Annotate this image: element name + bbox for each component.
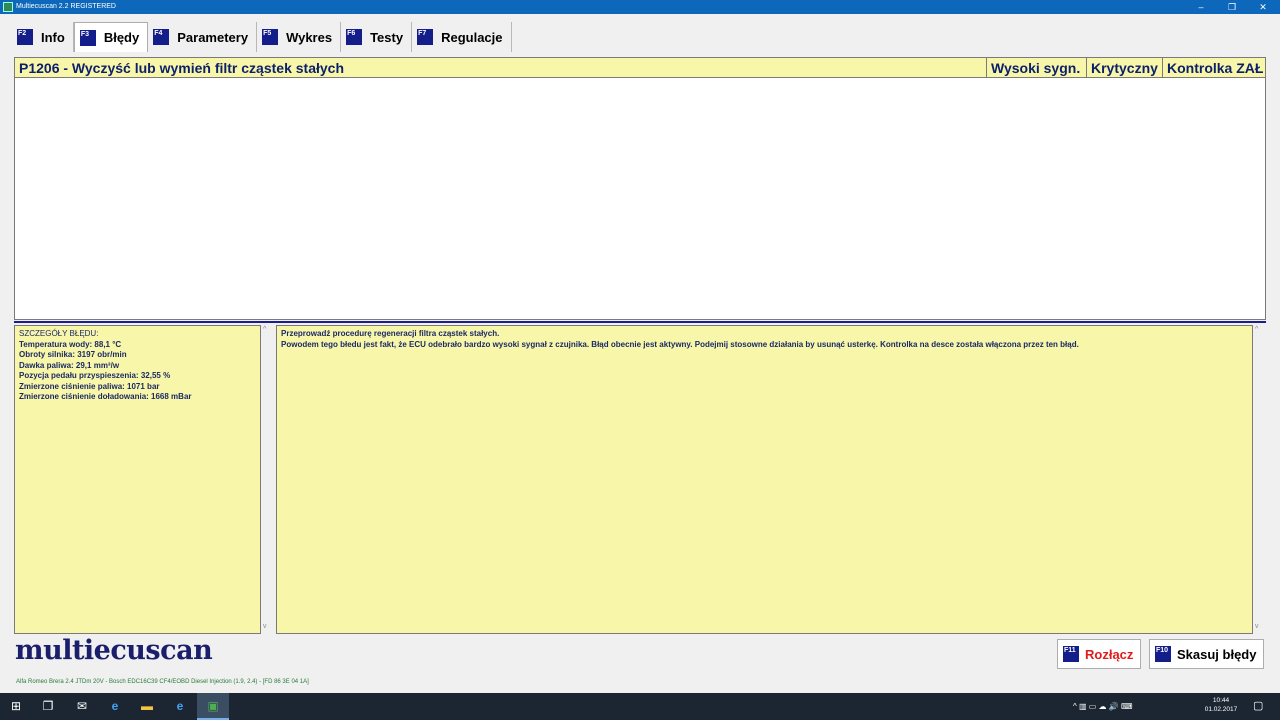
clear-errors-button[interactable]: F10 Skasuj błędy <box>1149 639 1265 669</box>
minimize-button[interactable]: – <box>1187 0 1215 14</box>
clock-time: 10:44 <box>1212 697 1230 704</box>
column-high-signal: Wysoki sygn. <box>986 58 1086 78</box>
f2-key-badge: F2 <box>17 29 33 45</box>
maximize-button[interactable]: ❐ <box>1218 0 1246 14</box>
details-heading: SZCZEGÓŁY BŁĘDU: <box>19 329 99 338</box>
window-titlebar: Multiecuscan 2.2 REGISTERED – ❐ ✕ <box>0 0 1280 14</box>
scroll-up-arrow-icon[interactable]: ^ <box>1255 326 1258 333</box>
disconnect-label: Rozłącz <box>1085 646 1134 662</box>
file-explorer-icon[interactable]: ▬ <box>131 693 163 720</box>
scroll-down-arrow-icon[interactable]: v <box>263 623 267 630</box>
detail-line: Zmierzone ciśnienie paliwa: 1071 bar <box>19 381 160 391</box>
window-title: Multiecuscan 2.2 REGISTERED <box>16 3 116 10</box>
tab-label: Wykres <box>286 29 333 45</box>
tab-bledy[interactable]: F3 Błędy <box>73 22 149 52</box>
tab-info[interactable]: F2 Info <box>12 22 74 52</box>
tab-bar: F2 Info F3 Błędy F4 Parametery F5 Wykres… <box>12 22 512 52</box>
connection-status: Alfa Romeo Brera 2.4 JTDm 20V - Bosch ED… <box>16 679 309 685</box>
clock[interactable]: 10:44 01.02.2017 <box>1198 696 1244 714</box>
description-line: Przeprowadź procedurę regeneracji filtra… <box>281 329 500 338</box>
multiecuscan-taskbar-icon[interactable]: ▣ <box>197 693 229 720</box>
f11-key-badge: F11 <box>1063 646 1079 662</box>
disconnect-button[interactable]: F11 Rozłącz <box>1057 639 1142 669</box>
tab-wykres[interactable]: F5 Wykres <box>257 22 342 52</box>
f7-key-badge: F7 <box>417 29 434 45</box>
close-button[interactable]: ✕ <box>1249 0 1277 14</box>
error-description-panel: Przeprowadź procedurę regeneracji filtra… <box>276 325 1253 634</box>
tab-label: Błędy <box>103 30 140 45</box>
scroll-up-arrow-icon[interactable]: ^ <box>263 326 266 333</box>
error-details-panel: SZCZEGÓŁY BŁĘDU: Temperatura wody: 88,1 … <box>14 325 261 634</box>
detail-line: Zmierzone ciśnienie doładowania: 1668 mB… <box>19 392 192 401</box>
tab-label: Info <box>41 29 65 45</box>
detail-line: Obroty silnika: 3197 obr/min <box>19 350 127 359</box>
scroll-down-arrow-icon[interactable]: v <box>1255 623 1259 630</box>
tab-label: Testy <box>370 29 404 45</box>
start-icon[interactable]: ⊞ <box>0 693 32 720</box>
f6-key-badge: F6 <box>346 29 363 45</box>
detail-line: Dawka paliwa: 29,1 mm³/w <box>19 360 120 370</box>
app-icon <box>3 2 13 12</box>
f3-key-badge: F3 <box>79 29 96 46</box>
mail-icon[interactable]: ✉ <box>66 693 98 720</box>
multiecuscan-logo: multiecuscan <box>15 635 213 666</box>
windows-taskbar: ⊞ ❐ ✉ e ▬ e ▣ ^ ▥ ▭ ☁ 🔊 ⌨ 10:44 01.02.20… <box>0 693 1280 720</box>
error-list: P1206 - Wyczyść lub wymień filtr cząstek… <box>14 57 1266 320</box>
detail-line: Pozycja pedału przyspieszenia: 32,55 % <box>19 371 171 380</box>
tab-label: Regulacje <box>441 29 503 45</box>
tab-regulacje[interactable]: F7 Regulacje <box>412 22 512 52</box>
clock-date: 01.02.2017 <box>1204 706 1238 713</box>
system-tray-icons[interactable]: ^ ▥ ▭ ☁ 🔊 ⌨ <box>1073 693 1133 720</box>
column-warning-light-on: Kontrolka ZAŁ <box>1162 58 1265 78</box>
description-line: Powodem tego błedu jest fakt, że ECU ode… <box>281 339 1079 349</box>
splitter[interactable] <box>14 321 1266 323</box>
clear-errors-label: Skasuj błędy <box>1177 646 1257 662</box>
error-code-description: P1206 - Wyczyść lub wymień filtr cząstek… <box>19 60 345 76</box>
error-row[interactable]: P1206 - Wyczyść lub wymień filtr cząstek… <box>15 58 1265 78</box>
app-window: F2 Info F3 Błędy F4 Parametery F5 Wykres… <box>0 14 1280 693</box>
tab-parametery[interactable]: F4 Parametery <box>148 22 258 52</box>
tab-label: Parametery <box>177 29 249 45</box>
column-critical: Krytyczny <box>1086 58 1162 78</box>
task-view-icon[interactable]: ❐ <box>32 693 64 720</box>
f4-key-badge: F4 <box>153 29 170 45</box>
detail-line: Temperatura wody: 88,1 °C <box>19 339 122 349</box>
f5-key-badge: F5 <box>262 29 279 45</box>
edge-icon[interactable]: e <box>164 693 196 720</box>
tab-testy[interactable]: F6 Testy <box>341 22 413 52</box>
notification-center-icon[interactable]: ▢ <box>1253 693 1263 720</box>
f10-key-badge: F10 <box>1155 646 1171 662</box>
internet-explorer-icon[interactable]: e <box>99 693 131 720</box>
